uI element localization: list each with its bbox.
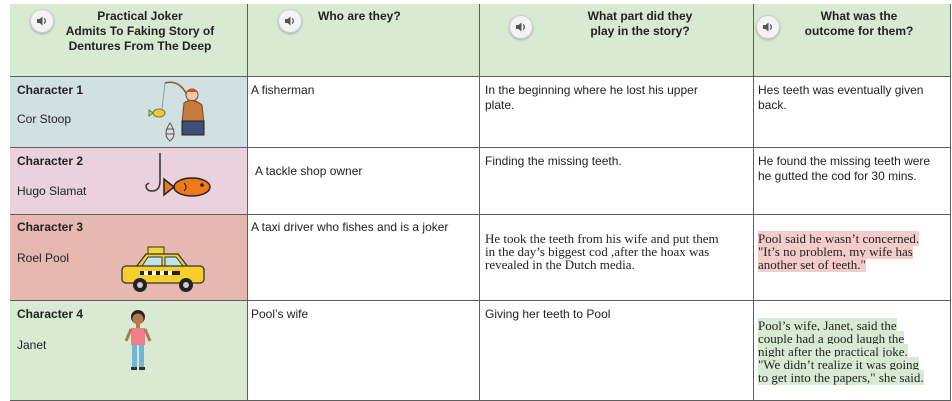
outcome-text: Hes teeth was eventually given back. xyxy=(758,83,923,113)
part-text: Giving her teeth to Pool xyxy=(485,307,610,322)
row-1-part-cell: In the beginning where he lost his upper… xyxy=(480,77,754,148)
speaker-icon[interactable] xyxy=(509,15,533,39)
character-label: Character 4 xyxy=(17,307,84,321)
outcome-text-line: he gutted the cod for 30 mins. xyxy=(758,169,917,183)
header-who: Who are they? xyxy=(308,9,468,24)
header-outcome: What was the outcome for them? xyxy=(784,9,934,39)
outcome-text: Pool said he wasn’t concerned. "It’s no … xyxy=(758,231,920,272)
header-cell-outcome: What was the outcome for them? xyxy=(754,4,951,77)
speaker-icon[interactable] xyxy=(756,15,780,39)
part-text-line: Finding the missing teeth. xyxy=(485,154,622,168)
taxi-illustration xyxy=(121,246,205,292)
character-label: Character 1 xyxy=(17,83,84,97)
row-4-outcome-cell: Pool’s wife, Janet, said the couple had … xyxy=(754,301,951,401)
part-text: In the beginning where he lost his upper… xyxy=(485,83,698,113)
outcome-text-line: another set of teeth." xyxy=(758,257,866,272)
outcome-text-line: He found the missing teeth were xyxy=(758,154,931,168)
row-4-who-cell: Pool’s wife xyxy=(248,301,480,401)
header-who-line: Who are they? xyxy=(318,9,401,23)
part-text-line: Giving her teeth to Pool xyxy=(485,307,611,321)
row-3-who-cell: A taxi driver who fishes and is a joker xyxy=(248,215,480,301)
row-4-character-cell: Character 4 Janet xyxy=(10,301,248,401)
part-text-line: revealed in the Dutch media. xyxy=(485,257,635,272)
header-title-line: Dentures From The Deep xyxy=(68,39,212,53)
part-text: Finding the missing teeth. xyxy=(485,154,622,169)
outcome-text: Pool’s wife, Janet, said the couple had … xyxy=(758,318,924,385)
row-2-part-cell: Finding the missing teeth. xyxy=(480,148,754,215)
header-cell-who: Who are they? xyxy=(248,4,480,77)
character-table: Practical Joker Admits To Faking Story o… xyxy=(10,4,951,401)
header-title: Practical Joker Admits To Faking Story o… xyxy=(50,9,230,54)
row-4-part-cell: Giving her teeth to Pool xyxy=(480,301,754,401)
row-3-part-cell: He took the teeth from his wife and put … xyxy=(480,215,754,301)
character-name: Roel Pool xyxy=(17,251,70,265)
row-3-outcome-cell: Pool said he wasn’t concerned. "It’s no … xyxy=(754,215,951,301)
woman-illustration xyxy=(124,310,152,370)
fish-on-hook-illustration xyxy=(145,153,211,197)
row-2-outcome-cell: He found the missing teeth were he gutte… xyxy=(754,148,951,215)
who-text: Pool’s wife xyxy=(251,307,309,321)
part-text-line: plate. xyxy=(485,98,515,112)
fisherman-illustration xyxy=(148,81,205,142)
header-cell-title: Practical Joker Admits To Faking Story o… xyxy=(10,4,248,77)
row-1-outcome-cell: Hes teeth was eventually given back. xyxy=(754,77,951,148)
header-cell-part: What part did they play in the story? xyxy=(480,4,754,77)
outcome-text-line: to get into the papers," she said. xyxy=(758,370,924,385)
outcome-text-line: Hes teeth was eventually given xyxy=(758,83,924,97)
row-2-who-cell: A tackle shop owner xyxy=(248,148,480,215)
who-text: A fisherman xyxy=(251,83,315,97)
who-text: A taxi driver who fishes and is a joker xyxy=(251,220,449,234)
character-name: Hugo Slamat xyxy=(17,184,87,198)
character-name: Janet xyxy=(17,338,47,352)
header-title-line: Practical Joker xyxy=(97,9,183,23)
character-label: Character 2 xyxy=(17,154,84,168)
header-title-line: Admits To Faking Story of xyxy=(65,24,215,38)
part-text-line: In the beginning where he lost his upper xyxy=(485,83,698,97)
outcome-text-line: back. xyxy=(758,98,787,112)
part-text: He took the teeth from his wife and put … xyxy=(485,232,719,271)
who-text: A tackle shop owner xyxy=(255,164,363,178)
row-2-character-cell: Character 2 Hugo Slamat xyxy=(10,148,248,215)
header-part-line: What part did they xyxy=(587,9,693,23)
header-part-line: play in the story? xyxy=(590,24,690,38)
header-outcome-line: outcome for them? xyxy=(804,24,914,38)
character-name: Cor Stoop xyxy=(17,112,72,126)
row-1-who-cell: A fisherman xyxy=(248,77,480,148)
header-part: What part did they play in the story? xyxy=(560,9,720,39)
speaker-icon[interactable] xyxy=(278,9,302,33)
character-label: Character 3 xyxy=(17,220,84,234)
header-outcome-line: What was the xyxy=(820,9,898,23)
outcome-text: He found the missing teeth were he gutte… xyxy=(758,154,930,184)
row-1-character-cell: Character 1 Cor Stoop xyxy=(10,77,248,148)
row-3-character-cell: Character 3 Roel Pool xyxy=(10,215,248,301)
